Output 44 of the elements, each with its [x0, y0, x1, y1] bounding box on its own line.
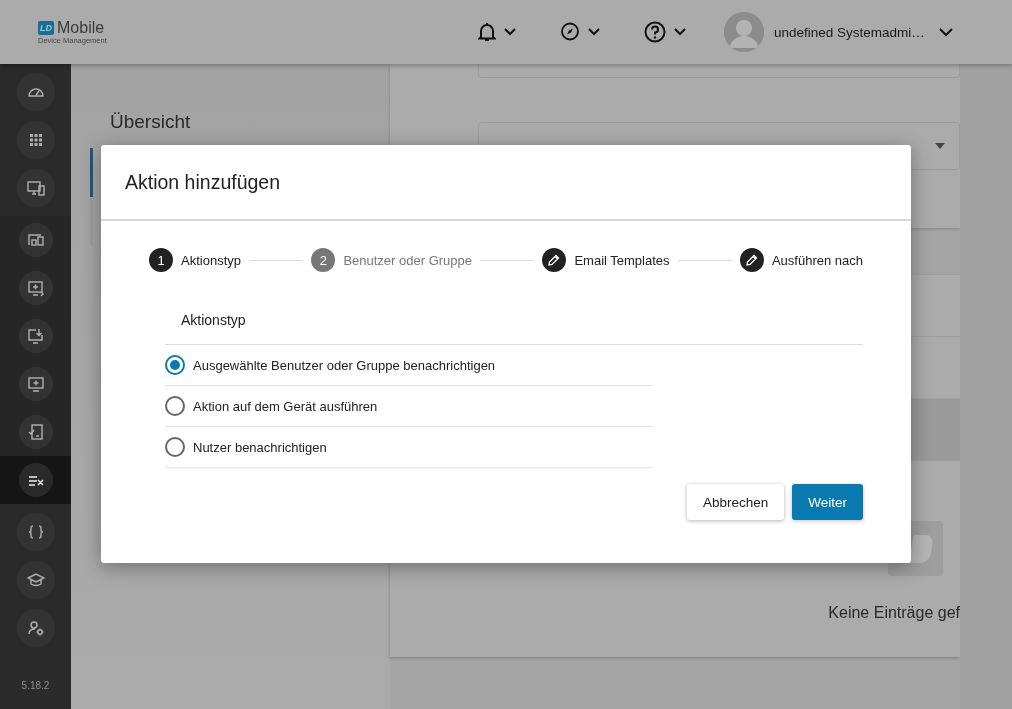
input-field[interactable]: [478, 64, 960, 78]
braces-icon: [26, 523, 45, 541]
option-label[interactable]: Ausgewählte Benutzer oder Gruppe benachrichtigen: [193, 357, 496, 373]
help-icon[interactable]: [644, 21, 666, 43]
pencil-icon: [745, 254, 758, 266]
page-title: Übersicht: [110, 111, 192, 133]
option-label[interactable]: Aktion auf dem Gerät ausführen: [193, 398, 378, 414]
step-label: Aktionstyp: [181, 252, 241, 268]
step-label: Benutzer oder Gruppe: [343, 252, 472, 268]
phone-check-icon: [26, 423, 45, 441]
step-label: Email Templates: [574, 252, 670, 268]
cancel-button[interactable]: Abbrechen: [686, 484, 785, 520]
bell-icon[interactable]: [478, 22, 496, 42]
user-gear-icon: [26, 619, 45, 637]
step-number: 2: [311, 248, 336, 272]
option-label[interactable]: Nutzer benachrichtigen: [193, 439, 327, 455]
monitor-download-icon: [26, 327, 45, 345]
monitor-plus-icon: [26, 279, 45, 297]
empty-message: Keine Einträge gef: [828, 604, 960, 622]
devices-icon: [26, 231, 45, 249]
step-number: 1: [149, 248, 173, 272]
sidebar-item[interactable]: [0, 456, 71, 504]
section-title: Aktionstyp: [165, 312, 863, 345]
caret-icon: [935, 143, 945, 149]
pencil-icon: [548, 254, 561, 266]
chevron-down-icon[interactable]: [504, 28, 516, 36]
chevron-down-icon[interactable]: [588, 28, 600, 36]
logo-mark: LD: [38, 20, 54, 35]
monitor-plus-icon: [26, 375, 45, 393]
version-label: 5.18.2: [20, 680, 51, 691]
compass-icon[interactable]: [560, 22, 580, 42]
monitor-phone-icon: [26, 179, 45, 197]
radio-button[interactable]: [165, 355, 185, 375]
graduation-cap-icon: [26, 571, 45, 589]
radio-button[interactable]: [165, 437, 185, 457]
chevron-down-icon[interactable]: [938, 27, 953, 37]
step-label: Ausführen nach: [771, 252, 863, 268]
radio-button[interactable]: [165, 396, 185, 416]
dialog-title: Aktion hinzufügen: [125, 170, 281, 194]
next-button[interactable]: Weiter: [792, 484, 863, 520]
nav-indicator: [90, 148, 93, 197]
chevron-down-icon[interactable]: [674, 28, 686, 36]
user-name[interactable]: undefined Systemadmi…: [774, 24, 925, 40]
logo-title: Mobile: [57, 19, 105, 36]
